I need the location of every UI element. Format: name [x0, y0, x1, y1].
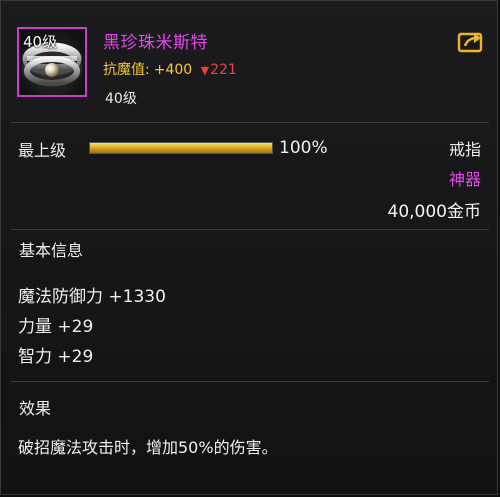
- grade-percent: 100%: [279, 138, 328, 158]
- effect-title: 效果: [19, 399, 52, 418]
- divider: [11, 229, 489, 230]
- grade-bar: [89, 142, 273, 154]
- item-price: 40,000金币: [387, 202, 481, 222]
- basic-info-title: 基本信息: [19, 241, 84, 260]
- stat-line: 力量 +29: [18, 317, 94, 337]
- resist-separator: :: [145, 62, 150, 78]
- item-type: 戒指: [448, 140, 481, 159]
- share-button[interactable]: [457, 29, 485, 53]
- resist-label: 抗魔值: [103, 62, 145, 78]
- divider: [11, 381, 489, 382]
- resist-value: +400: [153, 62, 193, 78]
- share-icon: [457, 32, 483, 53]
- item-level-badge: 40级: [23, 33, 58, 51]
- stat-line: 智力 +29: [18, 347, 94, 367]
- down-arrow-icon: ▼: [200, 64, 210, 77]
- resist-delta-value: 221: [210, 62, 237, 78]
- item-tooltip: 40级 黑珍珠米斯特 抗魔值: +400 ▼221 40级 最上级 100% 戒指…: [0, 0, 498, 495]
- resist-decrease: ▼221: [201, 62, 237, 78]
- item-name: 黑珍珠米斯特: [103, 33, 208, 53]
- item-icon: 40级: [17, 27, 87, 97]
- grade-label: 最上级: [18, 141, 67, 160]
- magic-resist-row: 抗魔值: +400 ▼221: [103, 59, 237, 79]
- item-level: 40级: [105, 91, 137, 107]
- effect-text: 破招魔法攻击时，增加50%的伤害。: [18, 438, 278, 457]
- item-rarity: 神器: [448, 170, 481, 189]
- stat-line: 魔法防御力 +1330: [18, 287, 166, 307]
- grade-bar-fill: [90, 143, 272, 153]
- divider: [11, 122, 489, 123]
